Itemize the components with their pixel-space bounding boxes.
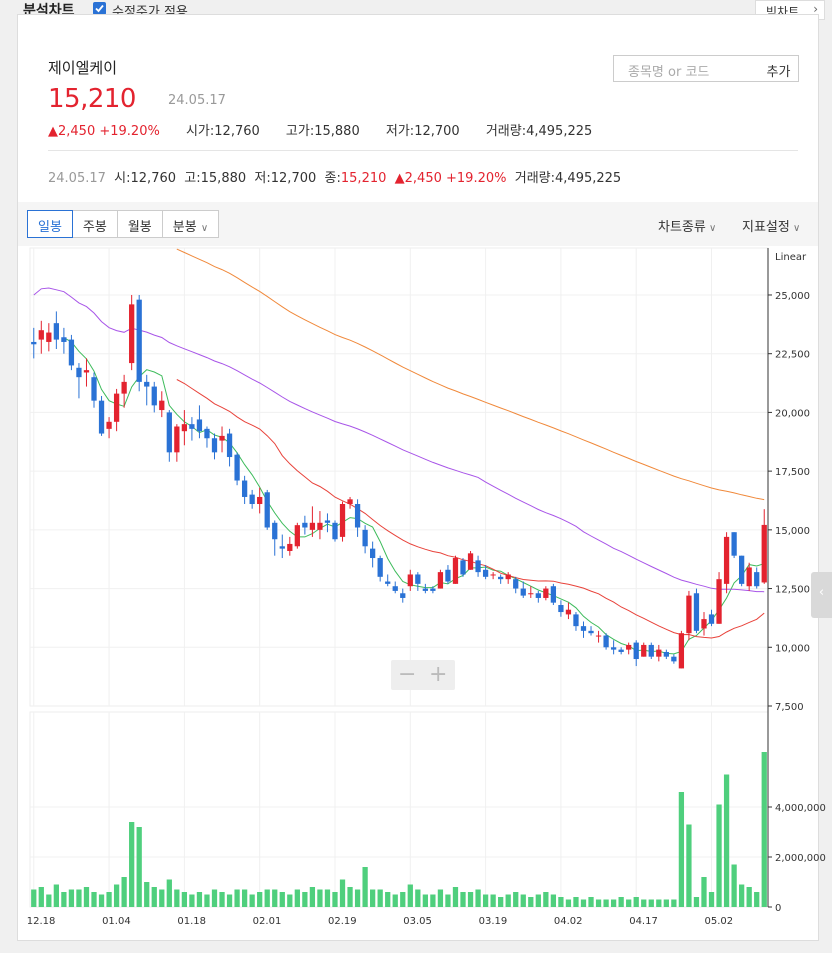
open-label: 시가 (185, 124, 210, 139)
info-close: 15,210 (340, 171, 387, 186)
info-low-label: 저 (254, 171, 267, 186)
check-icon (95, 4, 104, 13)
zoom-control: − + (391, 660, 455, 690)
volume-value: 4,495,225 (526, 124, 593, 139)
info-open: 12,760 (130, 171, 177, 186)
current-price: 15,210 (48, 84, 136, 114)
chevron-down-icon: ∨ (789, 223, 801, 234)
indicator-settings-label: 지표설정 (742, 220, 790, 235)
chevron-down-icon: ∨ (200, 223, 209, 234)
ohlc-info: 24.05.17 시:12,760 고:15,880 저:12,700 종:15… (48, 171, 622, 186)
high-value: 15,880 (314, 124, 360, 139)
stock-search-input[interactable]: 종목명 or 코드 (613, 55, 760, 82)
info-volume-label: 거래량 (514, 171, 551, 186)
info-date: 24.05.17 (48, 171, 106, 186)
side-panel-toggle[interactable]: ‹ (811, 572, 832, 618)
high-label: 고가 (285, 124, 310, 139)
info-change-pct: +19.20% (446, 171, 507, 186)
price-change: ▲2,450 (48, 124, 96, 139)
tab-minute[interactable]: 분봉 ∨ (161, 210, 220, 238)
info-open-label: 시 (114, 171, 127, 186)
low-value: 12,700 (414, 124, 460, 139)
price-summary: ▲2,450 +19.20% 시가:12,760 고가:15,880 저가:12… (48, 124, 593, 139)
volume-label: 거래량 (485, 124, 522, 139)
info-low: 12,700 (270, 171, 317, 186)
add-button[interactable]: 추가 (759, 55, 799, 82)
tab-monthly[interactable]: 월봉 (116, 210, 163, 238)
stock-name: 제이엘케이 (48, 59, 118, 77)
zoom-out-button[interactable]: − (398, 662, 416, 687)
tab-minute-label: 분봉 (172, 220, 197, 235)
divider (48, 150, 798, 151)
info-volume: 4,495,225 (555, 171, 622, 186)
info-high: 15,880 (200, 171, 247, 186)
info-high-label: 고 (184, 171, 197, 186)
zoom-in-button[interactable]: + (429, 662, 447, 687)
price-change-pct: +19.20% (99, 124, 160, 139)
info-close-label: 종 (324, 171, 337, 186)
chart-type-label: 차트종류 (658, 220, 706, 235)
tab-weekly[interactable]: 주봉 (71, 210, 118, 238)
chevron-down-icon: ∨ (705, 223, 717, 234)
info-change: ▲2,450 (394, 171, 442, 186)
chart-type-dropdown[interactable]: 차트종류 ∨ (658, 216, 716, 235)
chevron-left-icon: ‹ (818, 585, 825, 600)
indicator-settings-dropdown[interactable]: 지표설정 ∨ (742, 216, 800, 235)
low-label: 저가 (385, 124, 410, 139)
open-value: 12,760 (214, 124, 260, 139)
chart-panel (17, 14, 819, 941)
tab-daily[interactable]: 일봉 (27, 210, 73, 238)
price-date: 24.05.17 (168, 93, 226, 108)
period-tabs: 일봉 주봉 월봉 분봉 ∨ (27, 210, 220, 238)
